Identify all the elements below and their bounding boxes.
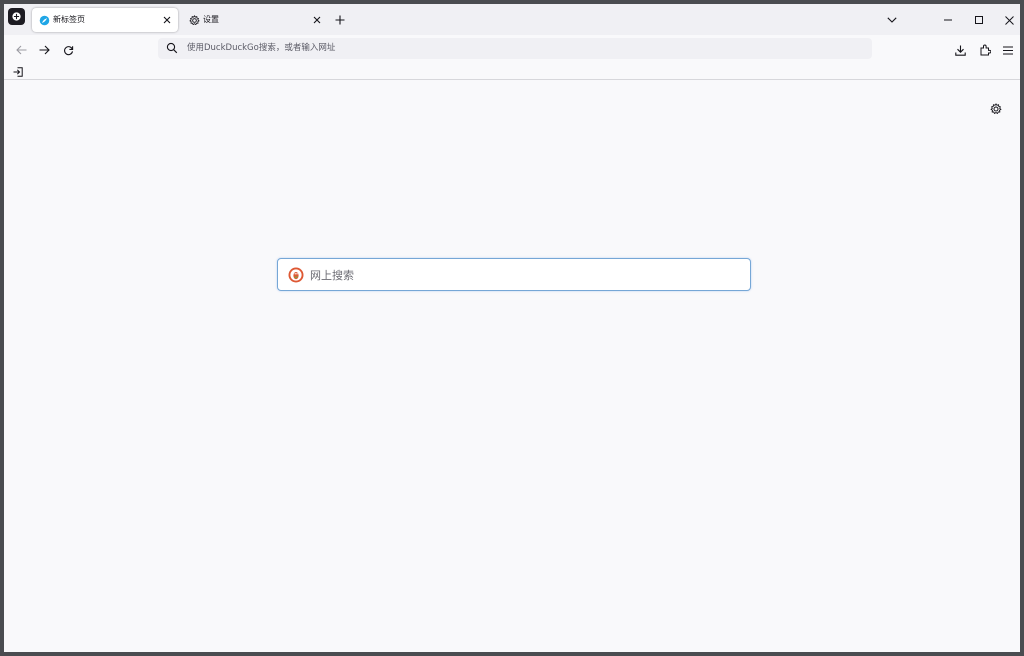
minimize-button[interactable]	[936, 10, 960, 30]
navigation-toolbar: 使用DuckDuckGo搜索，或者输入网址	[4, 35, 1020, 64]
forward-button[interactable]	[34, 40, 54, 60]
tab-label: 设置	[203, 15, 219, 24]
url-placeholder: 使用DuckDuckGo搜索，或者输入网址	[187, 43, 336, 53]
download-icon	[954, 45, 966, 56]
browser-window: 新标签页 设置 使用DuckDuckGo搜索，或者输入网址 网上搜索	[4, 4, 1020, 652]
new-tab-button[interactable]	[332, 12, 348, 28]
arrow-right-icon	[39, 45, 50, 55]
open-menu-button[interactable]	[998, 40, 1018, 60]
minimize-icon	[944, 19, 952, 21]
back-button[interactable]	[11, 40, 31, 60]
close-icon	[313, 16, 321, 24]
import-bookmarks-button[interactable]	[11, 65, 24, 78]
bookmarks-toolbar	[4, 64, 1020, 80]
plus-icon	[335, 15, 345, 25]
maximize-icon	[975, 16, 983, 24]
close-icon	[1004, 15, 1014, 25]
web-search-box[interactable]	[277, 258, 751, 291]
gear-icon	[990, 103, 1002, 114]
app-menu-button[interactable]	[8, 8, 25, 25]
close-window-button[interactable]	[997, 10, 1020, 30]
chevron-down-icon	[887, 17, 897, 23]
url-bar[interactable]: 使用DuckDuckGo搜索，或者输入网址	[158, 38, 872, 59]
tab-label: 新标签页	[53, 15, 85, 24]
hamburger-menu-icon	[1003, 45, 1013, 55]
tab-strip: 新标签页 设置	[4, 4, 1020, 35]
search-icon	[166, 42, 178, 54]
web-search-input[interactable]	[310, 265, 730, 285]
tab-settings[interactable]: 设置	[182, 8, 328, 32]
maximize-button[interactable]	[967, 10, 991, 30]
close-tab-button[interactable]	[160, 13, 174, 27]
reload-icon	[63, 45, 73, 55]
list-all-tabs-button[interactable]	[884, 12, 900, 28]
close-tab-button[interactable]	[310, 13, 324, 27]
duckduckgo-icon	[288, 267, 304, 283]
firefox-icon	[38, 14, 50, 26]
reload-button[interactable]	[58, 40, 78, 60]
gear-icon	[188, 14, 200, 26]
customize-new-tab-button[interactable]	[989, 102, 1003, 116]
app-logo-icon	[12, 12, 21, 21]
extensions-button[interactable]	[975, 40, 995, 60]
arrow-left-icon	[15, 45, 26, 55]
puzzle-icon	[980, 44, 991, 56]
import-icon	[13, 66, 23, 77]
downloads-button[interactable]	[950, 40, 970, 60]
tab-new-tab[interactable]: 新标签页	[32, 8, 178, 32]
close-icon	[163, 16, 171, 24]
new-tab-page	[4, 80, 1020, 652]
